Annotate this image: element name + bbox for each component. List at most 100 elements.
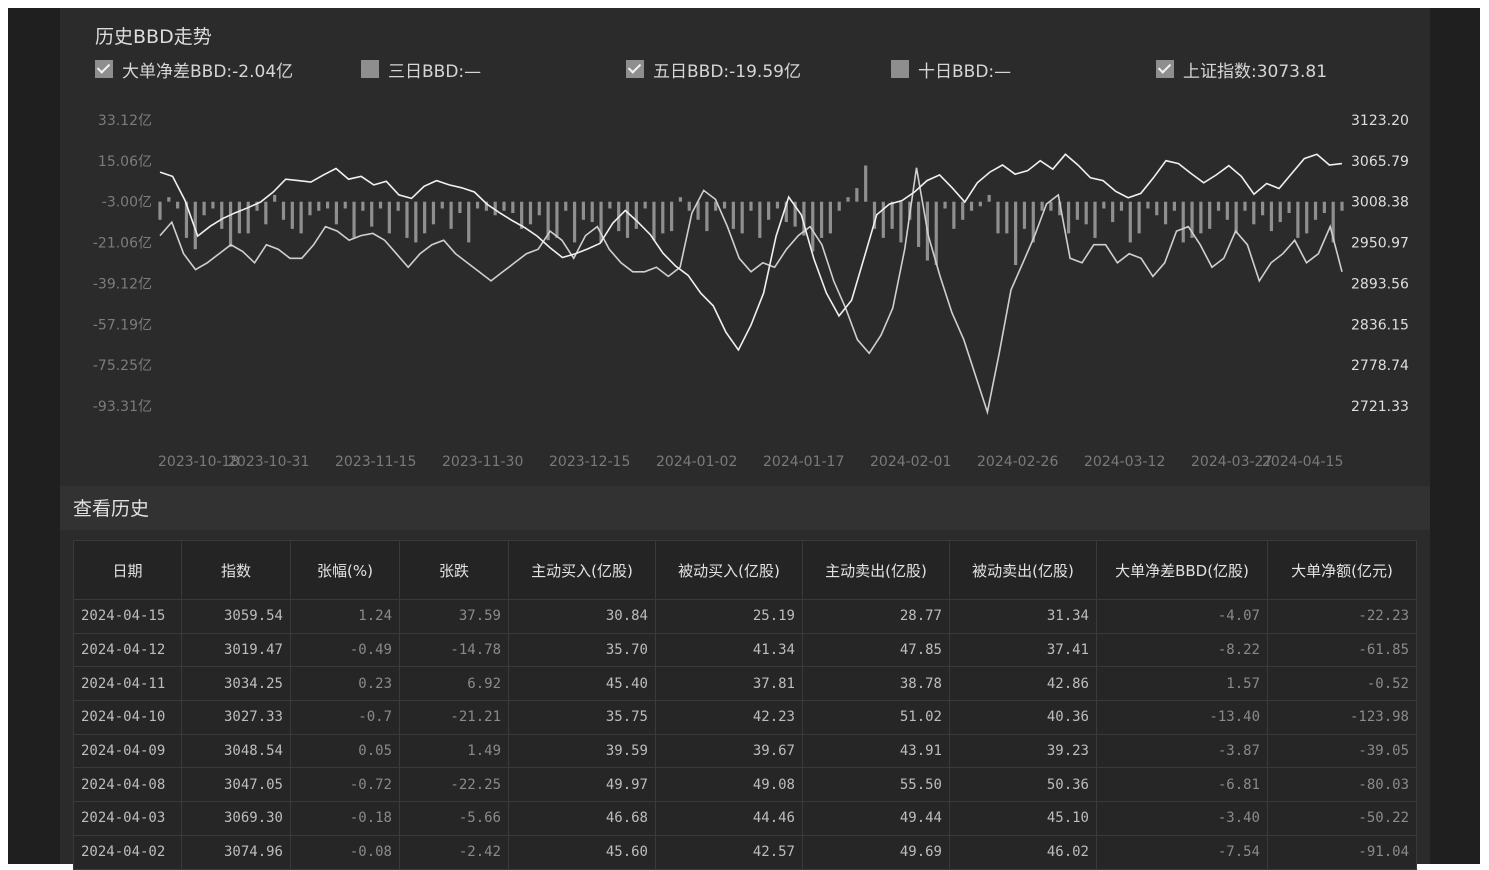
table-cell: 41.34: [655, 632, 803, 668]
bbd-bar: [811, 201, 815, 252]
bbd-bar: [1084, 201, 1088, 225]
table-cell: 3069.30: [181, 801, 291, 836]
table-cell: 2024-04-09: [73, 733, 182, 769]
table-cell: 45.40: [508, 666, 656, 702]
bbd-bar: [1172, 201, 1177, 211]
table-row[interactable]: 2024-04-11 3034.25 0.23 6.92 45.40 37.81 38.78…: [73, 666, 1417, 702]
table-cell: -8.22: [1096, 632, 1268, 668]
table-cell: 51.02: [802, 700, 950, 735]
table-cell: 30.84: [508, 599, 656, 634]
table-row[interactable]: 2024-04-12 3019.47 -0.49 -14.78 35.70 41.34 47…: [73, 632, 1417, 668]
bbd-bar: [211, 201, 215, 209]
bbd-bar: [325, 201, 330, 209]
bbd-bar: [1093, 201, 1097, 238]
table-row[interactable]: 2024-04-09 3048.54 0.05 1.49 39.59 39.67 43.91…: [73, 733, 1417, 769]
table-cell: 3034.25: [181, 666, 291, 702]
x-axis-tick-label: 2024-04-15: [1262, 454, 1343, 470]
bbd-bar: [1102, 201, 1106, 209]
bbd-bar: [740, 201, 744, 234]
x-axis-tick-label: 2023-12-15: [549, 454, 630, 470]
table-cell: 1.24: [290, 599, 400, 634]
table-cell: 2024-04-03: [73, 801, 182, 836]
right-axis-tick-label: 2721.33: [1351, 399, 1409, 415]
bbd-bar: [899, 201, 903, 243]
left-axis-tick-label: -57.19亿: [93, 317, 152, 333]
bbd-bar: [652, 201, 656, 241]
table-cell: 2024-04-11: [73, 666, 182, 702]
table-row[interactable]: 2024-04-15 3059.54 1.24 37.59 30.84 25.19 28.7…: [73, 599, 1417, 634]
left-axis-tick-label: 15.06亿: [98, 154, 152, 170]
x-axis-tick-label: 2023-11-30: [442, 454, 523, 470]
table-cell: -22.23: [1267, 599, 1417, 634]
bbd-bar: [440, 201, 444, 209]
table-row[interactable]: 2024-04-03 3069.30 -0.18 -5.66 46.68 44.46 49.…: [73, 801, 1417, 836]
table-row[interactable]: 2024-04-10 3027.33 -0.7 -21.21 35.75 42.23 51.…: [73, 700, 1417, 735]
bbd-bar: [281, 201, 286, 220]
bbd-bar: [423, 201, 427, 234]
bbd-bar: [952, 201, 956, 229]
bbd-bar: [581, 201, 586, 220]
bbd-bar: [1322, 201, 1326, 214]
bbd-bar: [987, 194, 991, 202]
table-cell: -39.05: [1267, 733, 1417, 769]
bbd-bar: [387, 201, 391, 234]
bbd-bar: [555, 201, 559, 238]
bbd-bar: [943, 201, 947, 209]
table-cell: -0.7: [290, 700, 400, 735]
bbd-bar: [731, 201, 735, 229]
bbd-bar: [608, 201, 612, 209]
column-header: 指数: [181, 540, 291, 600]
x-axis-tick-label: 2024-03-27: [1191, 454, 1272, 470]
bbd-bar: [1234, 201, 1238, 234]
right-axis-tick-label: 2836.15: [1351, 317, 1409, 333]
bbd-bar: [1269, 201, 1274, 232]
table-cell: -21.21: [399, 700, 509, 735]
right-axis-tick-label: 3065.79: [1351, 154, 1409, 170]
column-header: 被动买入(亿股): [655, 540, 803, 600]
index-line: [159, 153, 1343, 352]
bbd-bar: [264, 201, 268, 225]
history-title[interactable]: 查看历史: [73, 494, 149, 521]
bbd-bar: [828, 201, 832, 234]
bbd-bar: [290, 201, 294, 229]
bbd-bar: [1296, 201, 1300, 238]
left-axis-tick-label: -75.25亿: [93, 358, 152, 374]
bbd-bar: [590, 201, 594, 223]
table-cell: -6.81: [1096, 767, 1268, 803]
column-header: 主动卖出(亿股): [802, 540, 950, 600]
bbd-bar: [1181, 201, 1185, 243]
table-cell: 37.59: [399, 599, 509, 634]
table-cell: 45.10: [949, 801, 1097, 836]
bbd-bar: [1075, 201, 1079, 220]
x-axis-tick-label: 2024-02-01: [870, 454, 951, 470]
table-row[interactable]: 2024-04-08 3047.05 -0.72 -22.25 49.97 49.08 55…: [73, 767, 1417, 803]
table-cell: 49.44: [802, 801, 950, 836]
bbd-bar: [273, 194, 277, 202]
bbd-bar: [528, 201, 533, 225]
table-cell: 47.85: [802, 632, 950, 668]
bbd-bar: [511, 201, 515, 214]
table-cell: 38.78: [802, 666, 950, 702]
bbd-bar: [343, 201, 347, 209]
bbd-bar: [237, 201, 241, 234]
bbd-bar: [572, 201, 577, 243]
table-cell: 40.36: [949, 700, 1097, 735]
left-axis-tick-label: -3.00亿: [102, 195, 152, 211]
x-axis-tick-label: 2024-01-17: [763, 454, 844, 470]
bbd-bar: [405, 201, 409, 238]
bbd-bar: [722, 201, 727, 209]
column-header: 张跌: [399, 540, 509, 600]
bbd-bar: [176, 201, 180, 209]
bbd-bar: [916, 201, 921, 247]
table-cell: 35.70: [508, 632, 656, 668]
bbd-bar: [361, 201, 365, 211]
bbd-bar: [705, 201, 709, 232]
bbd-bar: [378, 201, 383, 209]
bbd-bar: [467, 201, 471, 243]
table-cell: 0.05: [290, 733, 400, 769]
bbd-bar: [1216, 201, 1221, 211]
table-cell: -22.25: [399, 767, 509, 803]
table-cell: -5.66: [399, 801, 509, 836]
bbd-bar: [1252, 201, 1256, 225]
table-cell: 28.77: [802, 599, 950, 634]
